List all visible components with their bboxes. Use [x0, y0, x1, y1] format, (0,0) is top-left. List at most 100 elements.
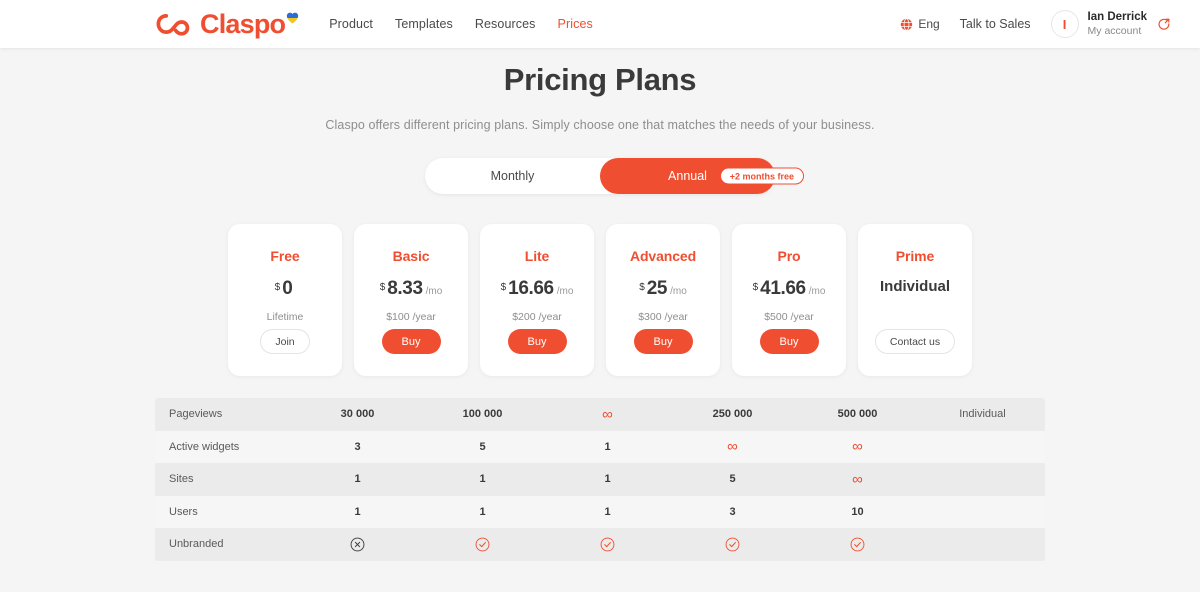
- cell-free: [295, 537, 420, 552]
- plan-cta-button[interactable]: Buy: [507, 329, 567, 354]
- plan-note: $200 /year: [512, 311, 562, 323]
- cell-lite: ∞: [602, 405, 613, 423]
- cell-pro: ∞: [852, 438, 863, 456]
- nav-item-templates[interactable]: Templates: [395, 17, 453, 31]
- table-row: Pageviews 30 000 100 000 ∞ 250 000 500 0…: [155, 398, 1045, 431]
- pricing-card-pro[interactable]: Pro $ 41.66 /mo $500 /year Buy: [732, 224, 846, 376]
- pricing-card-prime[interactable]: Prime Individual Contact us: [858, 224, 972, 376]
- plan-name: Prime: [895, 248, 935, 264]
- currency-symbol: $: [752, 282, 759, 293]
- cloud-logo-icon: [156, 14, 190, 36]
- talk-to-sales-link[interactable]: Talk to Sales: [960, 17, 1031, 31]
- row-label: Pageviews: [169, 408, 223, 421]
- cell-pro: 10: [851, 505, 864, 518]
- page-title: Pricing Plans: [503, 62, 697, 97]
- pricing-cards: Free $ 0 Lifetime Join Basic $ 8.33 /mo …: [0, 224, 1200, 376]
- toggle-option-monthly[interactable]: Monthly: [425, 158, 600, 194]
- plan-cta-button[interactable]: Buy: [633, 329, 693, 354]
- price-period: /mo: [556, 286, 574, 297]
- currency-symbol: $: [639, 282, 645, 293]
- cell-free: 1: [354, 473, 361, 486]
- account-subtitle: My account: [1087, 24, 1142, 37]
- billing-toggle-row: Monthly Annual +2 months free: [0, 158, 1200, 194]
- plan-name: Basic: [392, 248, 430, 264]
- plan-cta-button[interactable]: Join: [260, 329, 310, 354]
- cell-lite: [545, 537, 670, 552]
- comparison-table: Pageviews 30 000 100 000 ∞ 250 000 500 0…: [155, 398, 1045, 561]
- nav-item-resources[interactable]: Resources: [475, 17, 536, 31]
- plan-cta-button[interactable]: Buy: [381, 329, 441, 354]
- pricing-card-free[interactable]: Free $ 0 Lifetime Join: [228, 224, 342, 376]
- row-label: Users: [169, 505, 198, 518]
- header-right-group: Eng Talk to Sales I Ian Derrick My accou…: [900, 10, 1172, 38]
- nav-item-product[interactable]: Product: [329, 17, 373, 31]
- currency-symbol: $: [379, 282, 386, 293]
- price-amount: 16.66: [508, 278, 554, 299]
- pricing-card-advanced[interactable]: Advanced $ 25 /mo $300 /year Buy: [606, 224, 720, 376]
- plan-cta-button[interactable]: Buy: [759, 329, 819, 354]
- account-text: Ian Derrick My account: [1088, 10, 1147, 38]
- pricing-card-basic[interactable]: Basic $ 8.33 /mo $100 /year Buy: [354, 224, 468, 376]
- table-row: Users 1 1 1 3 10: [155, 495, 1045, 528]
- plan-note: Lifetime: [266, 311, 304, 323]
- hero-section: Pricing Plans Claspo offers different pr…: [0, 48, 1200, 132]
- check-circle-icon: [850, 537, 865, 552]
- price-amount: 25: [646, 278, 668, 299]
- plan-name: Lite: [524, 248, 550, 264]
- cell-free: 1: [354, 505, 361, 518]
- account-menu[interactable]: I Ian Derrick My account: [1050, 10, 1172, 38]
- plan-name: Pro: [777, 248, 801, 264]
- currency-symbol: $: [274, 282, 281, 293]
- avatar: I: [1050, 10, 1079, 38]
- ukraine-heart-icon: [287, 12, 299, 24]
- cell-free: 30 000: [340, 408, 375, 421]
- cell-pro: 500 000: [837, 408, 878, 421]
- table-row: Active widgets 3 5 1 ∞ ∞: [155, 430, 1045, 463]
- check-circle-icon: [600, 537, 615, 552]
- account-name: Ian Derrick: [1087, 11, 1147, 24]
- page-subtitle: Claspo offers different pricing plans. S…: [325, 118, 875, 132]
- language-label: Eng: [918, 17, 940, 31]
- logo[interactable]: Claspo: [156, 9, 299, 39]
- plan-name: Free: [270, 248, 300, 264]
- currency-symbol: $: [500, 282, 507, 293]
- logo-text: Claspo: [200, 9, 286, 39]
- cell-free: 3: [354, 440, 361, 453]
- plan-price: $ 41.66 /mo: [753, 278, 826, 300]
- plan-note: $500 /year: [764, 311, 814, 323]
- check-circle-icon: [725, 537, 740, 552]
- price-period: /mo: [425, 286, 443, 297]
- cell-lite: 1: [604, 473, 611, 486]
- cell-lite: 1: [604, 440, 611, 453]
- price-period: /mo: [670, 286, 687, 297]
- cell-pro: ∞: [852, 470, 863, 488]
- plan-cta-button[interactable]: Contact us: [874, 329, 956, 354]
- pricing-card-lite[interactable]: Lite $ 16.66 /mo $200 /year Buy: [480, 224, 594, 376]
- plan-price-text: Individual: [879, 278, 950, 295]
- cell-advanced: [670, 537, 795, 552]
- cell-advanced: 3: [729, 505, 736, 518]
- price-amount: 41.66: [760, 278, 806, 299]
- plan-price: $ 8.33 /mo: [380, 278, 443, 300]
- main-nav: Product Templates Resources Prices: [329, 17, 593, 31]
- nav-item-prices[interactable]: Prices: [558, 17, 593, 31]
- row-label: Sites: [169, 473, 194, 486]
- globe-icon: [901, 17, 913, 31]
- price-period: /mo: [808, 286, 826, 297]
- cell-basic: 1: [479, 505, 486, 518]
- plan-name: Advanced: [629, 248, 697, 264]
- cell-advanced: 5: [729, 473, 736, 486]
- language-selector[interactable]: Eng: [900, 17, 940, 31]
- plan-price: $ 25 /mo: [639, 278, 687, 300]
- price-amount: 0: [282, 278, 293, 299]
- cell-basic: 1: [479, 473, 486, 486]
- billing-toggle[interactable]: Monthly Annual +2 months free: [425, 158, 804, 194]
- check-circle-icon: [475, 537, 490, 552]
- discount-badge: +2 months free: [719, 167, 804, 185]
- plan-note: $100 /year: [386, 311, 436, 323]
- site-header: Claspo Product Templates Resources Price…: [0, 0, 1200, 48]
- row-label: Active widgets: [169, 440, 240, 453]
- cell-basic: [420, 537, 545, 552]
- logout-icon[interactable]: [1158, 17, 1172, 31]
- table-row: Sites 1 1 1 5 ∞: [155, 463, 1045, 496]
